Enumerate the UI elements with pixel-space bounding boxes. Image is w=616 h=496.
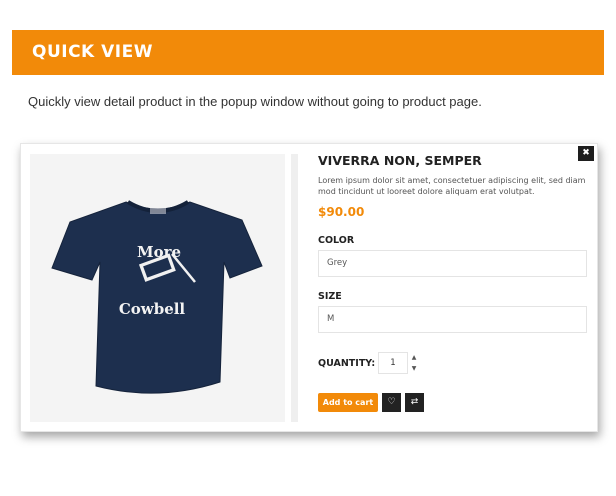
wishlist-button[interactable]: ♡ <box>382 393 401 412</box>
add-to-cart-button[interactable]: Add to cart <box>318 393 378 412</box>
product-price: $90.00 <box>318 205 365 219</box>
quick-view-banner: QUICK VIEW <box>12 30 604 75</box>
quantity-stepper[interactable]: ▲ ▼ <box>409 352 419 374</box>
tshirt-text-top: More <box>137 243 181 261</box>
compare-button[interactable]: ⇄ <box>405 393 424 412</box>
size-label: SIZE <box>318 291 342 302</box>
heart-icon: ♡ <box>387 397 396 407</box>
chevron-up-icon[interactable]: ▲ <box>409 352 419 363</box>
tshirt-image: More Cowbell <box>51 200 263 394</box>
quick-view-popup: ✖ More Cowbell VIVERRA NON, SEMPER Lorem… <box>20 143 598 432</box>
quantity-input[interactable]: 1 <box>378 352 408 374</box>
color-select[interactable]: Grey <box>318 250 587 277</box>
product-title: VIVERRA NON, SEMPER <box>318 153 482 168</box>
tshirt-text-bottom: Cowbell <box>119 300 186 318</box>
color-label: COLOR <box>318 235 355 246</box>
banner-title: QUICK VIEW <box>32 42 153 62</box>
close-icon: ✖ <box>582 148 590 158</box>
size-select[interactable]: M <box>318 306 587 333</box>
quantity-label: QUANTITY: <box>318 358 376 369</box>
close-button[interactable]: ✖ <box>578 146 594 161</box>
image-thumbnail-strip[interactable] <box>291 154 298 422</box>
chevron-down-icon[interactable]: ▼ <box>409 363 419 374</box>
product-image: More Cowbell <box>30 154 285 422</box>
product-description: Lorem ipsum dolor sit amet, consectetuer… <box>318 176 586 196</box>
intro-text: Quickly view detail product in the popup… <box>28 94 482 109</box>
refresh-icon: ⇄ <box>410 397 419 407</box>
